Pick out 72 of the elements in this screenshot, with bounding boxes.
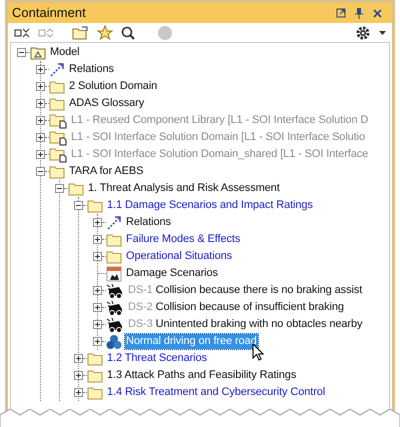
- expand-toggle[interactable]: [93, 303, 102, 312]
- tree-item[interactable]: Relations: [68, 62, 115, 77]
- tree-item[interactable]: Failure Modes & Effects: [125, 232, 242, 247]
- car-crash-icon: [106, 316, 124, 332]
- tree-item[interactable]: ADAS Glossary: [68, 96, 146, 111]
- relation-arrow-icon: [106, 214, 122, 230]
- caret-icon[interactable]: [379, 30, 386, 34]
- expand-toggle[interactable]: [74, 388, 83, 397]
- expand-toggle[interactable]: [36, 99, 45, 108]
- folder-icon: [49, 164, 65, 178]
- tree-item[interactable]: Damage Scenarios: [125, 266, 219, 281]
- open-folder-icon[interactable]: [72, 26, 89, 40]
- collapse-all-icon[interactable]: [14, 26, 30, 40]
- folder-icon: [49, 80, 65, 94]
- collapse-toggle[interactable]: [74, 201, 83, 210]
- tree-item[interactable]: TARA for AEBS: [68, 164, 144, 179]
- model-package-icon: [30, 46, 46, 60]
- collapse-toggle[interactable]: [55, 184, 64, 193]
- situation-icon: [106, 334, 122, 350]
- folder-icon: [87, 198, 103, 212]
- expand-toggle[interactable]: [36, 116, 45, 125]
- folder-icon: [87, 368, 103, 382]
- item-id: DS-2: [128, 301, 154, 313]
- settings-icon[interactable]: [355, 24, 371, 40]
- tree-item[interactable]: Operational Situations: [125, 249, 234, 264]
- tree-item[interactable]: 1.3 Attack Paths and Feasibility Ratings: [106, 368, 298, 383]
- pin-icon[interactable]: [355, 8, 363, 18]
- tree-item[interactable]: 2 Solution Domain: [68, 79, 158, 94]
- car-crash-icon: [106, 282, 124, 298]
- mouse-cursor-icon: [252, 343, 264, 361]
- tree-item[interactable]: DS-1 Collision because there is no braking assist: [127, 283, 364, 298]
- tree-item[interactable]: DS-2 Collision because of insufficient braking: [127, 300, 345, 315]
- expand-toggle[interactable]: [74, 371, 83, 380]
- diagram-icon: [106, 266, 122, 282]
- item-id: DS-3: [128, 318, 154, 330]
- close-icon[interactable]: [373, 8, 382, 18]
- item-id: DS-1: [128, 284, 154, 296]
- tree-item[interactable]: 1. Threat Analysis and Risk Assessment: [87, 181, 281, 196]
- expand-toggle[interactable]: [74, 354, 83, 363]
- car-crash-icon: [106, 300, 124, 316]
- library-folder-icon: [49, 130, 67, 146]
- collapse-toggle[interactable]: [36, 167, 45, 176]
- expand-toggle[interactable]: [93, 320, 102, 329]
- tree-item[interactable]: DS-3 Unintented braking with no obtacles nearby: [127, 317, 364, 332]
- expand-toggle[interactable]: [36, 133, 45, 142]
- panel-title: Containment: [12, 4, 87, 22]
- expand-toggle[interactable]: [93, 218, 102, 227]
- expand-toggle[interactable]: [93, 337, 102, 346]
- expand-toggle[interactable]: [36, 82, 45, 91]
- expand-toggle[interactable]: [36, 150, 45, 159]
- folder-icon: [106, 232, 122, 246]
- undock-icon[interactable]: [336, 8, 346, 18]
- tree-item[interactable]: Relations: [125, 215, 172, 230]
- folder-icon: [68, 182, 84, 196]
- tree-item[interactable]: 1.1 Damage Scenarios and Impact Ratings: [106, 198, 314, 213]
- library-folder-icon: [49, 112, 67, 128]
- folder-icon: [49, 96, 65, 110]
- tree-item[interactable]: 1.2 Threat Scenarios: [106, 351, 208, 366]
- expand-toggle[interactable]: [36, 65, 45, 74]
- expand-toggle[interactable]: [93, 252, 102, 261]
- relation-arrow-icon: [49, 62, 65, 78]
- expand-toggle[interactable]: [93, 286, 102, 295]
- tree-item[interactable]: 1.4 Risk Treatment and Cybersecurity Control: [106, 385, 326, 400]
- folder-icon: [87, 386, 103, 400]
- search-icon[interactable]: [121, 26, 135, 40]
- tree-item[interactable]: Model: [49, 45, 80, 60]
- expand-toggle[interactable]: [93, 235, 102, 244]
- folder-icon: [106, 250, 122, 264]
- library-folder-icon: [49, 146, 67, 162]
- star-icon[interactable]: [97, 25, 113, 40]
- collapse-toggle[interactable]: [17, 48, 26, 57]
- folder-icon: [87, 352, 103, 366]
